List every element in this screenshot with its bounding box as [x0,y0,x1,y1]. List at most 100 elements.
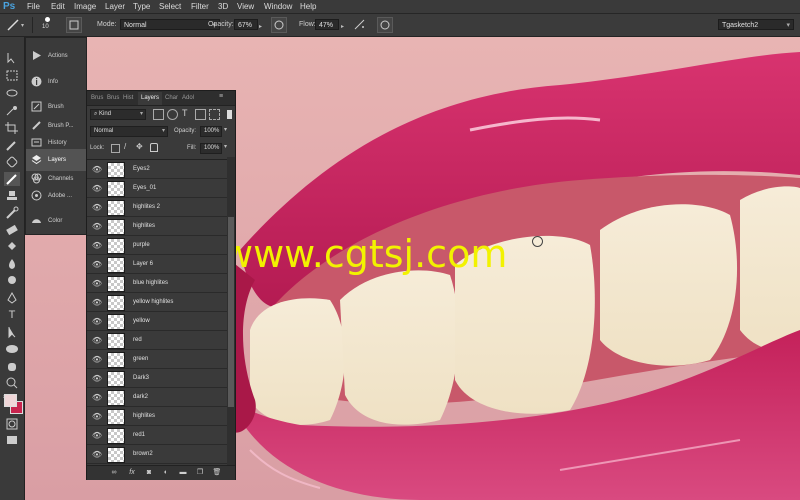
visibility-eye-icon[interactable]: 👁 [91,255,103,274]
visibility-eye-icon[interactable]: 👁 [91,407,103,426]
workspace-select[interactable]: Tgasketch2 ▾ [718,19,794,30]
hand-tool-icon[interactable] [4,359,20,373]
layer-style-fx-icon[interactable]: fx [127,468,137,478]
layer-row[interactable]: 👁 dark2 [87,388,227,407]
layer-row[interactable]: 👁 highlites [87,407,227,426]
visibility-eye-icon[interactable]: 👁 [91,198,103,217]
lock-pixels-icon[interactable]: / [124,142,126,151]
add-mask-icon[interactable]: ◙ [144,468,154,478]
path-selection-tool-icon[interactable] [4,325,20,339]
eraser-tool-icon[interactable] [4,223,20,237]
visibility-eye-icon[interactable]: 👁 [91,293,103,312]
visibility-eye-icon[interactable]: 👁 [91,388,103,407]
blend-mode-select[interactable]: Normal ▾ [90,126,168,137]
pen-tool-icon[interactable] [4,291,20,305]
flow-dropdown-icon[interactable]: ▸ [341,23,344,30]
clone-stamp-tool-icon[interactable] [4,189,20,203]
pressure-opacity-button[interactable] [271,17,287,33]
fill-dropdown-icon[interactable]: ▾ [224,143,227,150]
layer-row[interactable]: 👁 purple [87,236,227,255]
menu-3d[interactable]: 3D [218,0,228,13]
filter-type-icon[interactable]: T [182,108,188,118]
quick-mask-icon[interactable] [4,417,20,431]
link-layers-icon[interactable]: ∞ [109,468,119,478]
tab-brush[interactable]: Brus [91,92,103,105]
panel-adobe-color-themes[interactable]: Adobe ... [26,185,86,207]
crop-tool-icon[interactable] [4,121,20,135]
layer-row[interactable]: 👁 yellow highlites [87,293,227,312]
menu-type[interactable]: Type [133,0,150,13]
filter-shape-icon[interactable] [195,109,206,120]
visibility-eye-icon[interactable]: 👁 [91,350,103,369]
dodge-tool-icon[interactable] [4,274,20,288]
layer-row[interactable]: 👁 yellow [87,312,227,331]
tab-layers[interactable]: Layers [138,92,163,105]
filter-adjustment-icon[interactable] [167,109,178,120]
visibility-eye-icon[interactable]: 👁 [91,426,103,445]
move-tool-icon[interactable] [4,51,20,65]
layers-scrollbar[interactable] [227,157,235,467]
layer-row[interactable]: 👁 red1 [87,426,227,445]
layer-row[interactable]: 👁 blue highlites [87,274,227,293]
tool-preset-dropdown-icon[interactable]: ▾ [21,23,27,29]
tab-history[interactable]: Hist [123,92,133,105]
adjustment-layer-icon[interactable]: ◐ [161,468,171,478]
layer-row[interactable]: 👁 Eyes_01 [87,179,227,198]
history-brush-tool-icon[interactable] [4,206,20,220]
layer-row[interactable]: 👁 highlites 2 [87,198,227,217]
zoom-tool-icon[interactable] [4,376,20,390]
opacity-dropdown-icon[interactable]: ▸ [259,23,262,30]
layer-opacity-input[interactable]: 100% [200,126,222,137]
tab-brush-presets[interactable]: Brus [107,92,119,105]
layer-row[interactable]: 👁 highlites [87,217,227,236]
visibility-eye-icon[interactable]: 👁 [91,179,103,198]
delete-layer-icon[interactable]: 🗑 [212,468,222,478]
menu-file[interactable]: File [27,0,40,13]
layer-row[interactable]: 👁 red [87,331,227,350]
visibility-eye-icon[interactable]: 👁 [91,236,103,255]
panel-actions[interactable]: Actions [26,45,86,67]
visibility-eye-icon[interactable]: 👁 [91,312,103,331]
layer-row[interactable]: 👁 Eyes2 [87,160,227,179]
opacity-dropdown-icon[interactable]: ▾ [224,126,227,133]
scrollbar-thumb[interactable] [228,217,234,407]
layer-row[interactable]: 👁 green [87,350,227,369]
visibility-eye-icon[interactable]: 👁 [91,331,103,350]
lock-position-icon[interactable]: ✥ [136,142,143,151]
marquee-tool-icon[interactable] [4,69,20,83]
lasso-tool-icon[interactable] [4,87,20,101]
type-tool-icon[interactable]: T [4,308,20,322]
brush-picker[interactable]: 10 [40,17,60,35]
layer-row[interactable]: 👁 Layer 6 [87,255,227,274]
menu-image[interactable]: Image [74,0,96,13]
layer-row[interactable]: 👁 Dark3 [87,369,227,388]
eyedropper-tool-icon[interactable] [4,138,20,152]
menu-select[interactable]: Select [159,0,181,13]
tab-adobe[interactable]: Adol [182,92,194,105]
menu-window[interactable]: Window [264,0,292,13]
menu-filter[interactable]: Filter [191,0,209,13]
panel-menu-icon[interactable]: ≡ [219,93,223,100]
filter-pixel-icon[interactable] [153,109,164,120]
panel-info[interactable]: Info [26,71,86,93]
quick-selection-tool-icon[interactable] [4,104,20,118]
blur-tool-icon[interactable] [4,257,20,271]
filter-toggle[interactable] [227,110,232,119]
healing-brush-tool-icon[interactable] [4,155,20,169]
visibility-eye-icon[interactable]: 👁 [91,274,103,293]
panel-color[interactable]: Color [26,210,86,232]
brush-tool-icon[interactable] [4,172,20,186]
pressure-size-button[interactable] [377,17,393,33]
menu-edit[interactable]: Edit [51,0,65,13]
new-layer-icon[interactable]: ❐ [195,468,205,478]
visibility-eye-icon[interactable]: 👁 [91,217,103,236]
foreground-color-swatch[interactable] [4,394,17,407]
opacity-input[interactable]: 67% [234,19,258,30]
visibility-eye-icon[interactable]: 👁 [91,160,103,179]
layer-filter-select[interactable]: ⌕ Kind ▾ [90,109,146,120]
menu-layer[interactable]: Layer [105,0,125,13]
lock-transparent-icon[interactable] [111,144,120,153]
new-group-icon[interactable]: ▬ [178,468,188,478]
brush-tool-icon[interactable] [6,18,20,32]
layer-row[interactable]: 👁 brown2 [87,445,227,464]
